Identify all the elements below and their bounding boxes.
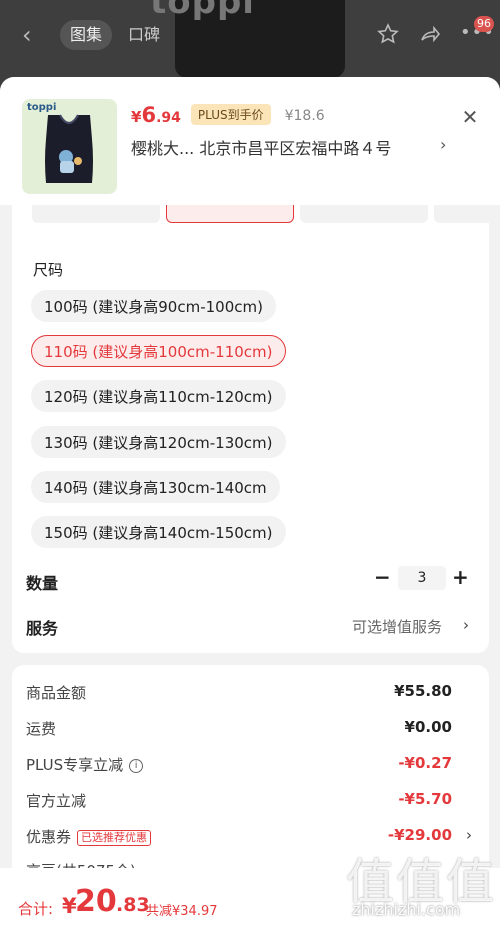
size-option-100[interactable]: 100码 (建议身高90cm-100cm) bbox=[31, 290, 276, 322]
plus-discount-value: -¥0.27 bbox=[398, 754, 452, 772]
quantity-label: 数量 bbox=[26, 574, 59, 593]
plus-price-tag: PLUS到手价 bbox=[190, 104, 271, 125]
price-integer: 6 bbox=[141, 103, 157, 127]
vest-image-icon bbox=[45, 114, 93, 183]
back-arrow-icon[interactable]: ‹ bbox=[22, 22, 42, 48]
star-icon[interactable] bbox=[376, 22, 400, 46]
top-tabs: 图集 口碑 bbox=[60, 20, 170, 50]
chevron-right-icon[interactable]: › bbox=[440, 135, 446, 154]
tab-reviews[interactable]: 口碑 bbox=[118, 20, 170, 50]
service-label: 服务 bbox=[26, 619, 59, 638]
goods-amount-label: 商品金额 bbox=[26, 684, 87, 702]
product-thumbnail: toppi bbox=[22, 99, 117, 194]
chevron-right-icon[interactable]: › bbox=[463, 616, 469, 634]
size-option-120[interactable]: 120码 (建议身高110cm-120cm) bbox=[31, 380, 286, 412]
total-integer: 20 bbox=[75, 884, 117, 919]
size-option-110-selected[interactable]: 110码 (建议身高100cm-110cm) bbox=[31, 335, 286, 367]
goods-amount-row: 商品金额 ¥55.80 bbox=[26, 682, 466, 706]
delivery-address[interactable]: 樱桃大... 北京市昌平区宏福中路４号 bbox=[131, 135, 461, 159]
shipping-label: 运费 bbox=[26, 720, 57, 738]
size-option-130[interactable]: 130码 (建议身高120cm-130cm) bbox=[31, 426, 286, 458]
quantity-decrease-button[interactable]: − bbox=[374, 567, 391, 589]
shipping-row: 运费 ¥0.00 bbox=[26, 718, 466, 742]
site-watermark: 值值值 zhizhizhi.com bbox=[330, 838, 500, 929]
sheet-header: toppi ¥ 6 .94 PLUS到手价 ¥18.6 ✕ 樱桃大... 北京市… bbox=[0, 77, 500, 205]
top-bar: ‹ 图集 口碑 ••• 96 bbox=[0, 16, 500, 54]
official-discount-label: 官方立减 bbox=[26, 792, 87, 810]
quantity-input[interactable]: 3 bbox=[398, 566, 446, 590]
original-price: ¥18.6 bbox=[284, 108, 325, 124]
plus-discount-text: PLUS专享立减 bbox=[26, 756, 124, 774]
total-label: 合计: bbox=[18, 900, 54, 918]
total-decimal: .83 bbox=[116, 894, 150, 916]
price-row: ¥ 6 .94 PLUS到手价 ¥18.6 bbox=[131, 103, 325, 128]
coupon-recommended-tag: 已选推荐优惠 bbox=[77, 829, 152, 846]
official-discount-value: -¥5.70 bbox=[398, 790, 452, 808]
watermark-url: zhizhizhi.com bbox=[352, 900, 461, 919]
options-panel: 尺码 100码 (建议身高90cm-100cm) 110码 (建议身高100cm… bbox=[12, 197, 489, 653]
plus-discount-label: PLUS专享立减 i bbox=[26, 754, 144, 775]
size-option-140[interactable]: 140码 (建议身高130cm-140cm bbox=[31, 471, 280, 503]
size-option-150[interactable]: 150码 (建议身高140cm-150cm) bbox=[31, 516, 286, 548]
quantity-increase-button[interactable]: + bbox=[452, 567, 469, 589]
price-decimal: .94 bbox=[156, 110, 181, 126]
message-count-badge: 96 bbox=[474, 16, 494, 32]
total-saved: 共减¥34.97 bbox=[146, 904, 218, 919]
tab-images[interactable]: 图集 bbox=[60, 20, 113, 50]
service-value[interactable]: 可选增值服务 bbox=[352, 616, 442, 637]
sku-selection-sheet: toppi ¥ 6 .94 PLUS到手价 ¥18.6 ✕ 樱桃大... 北京市… bbox=[0, 77, 500, 929]
goods-amount-value: ¥55.80 bbox=[394, 682, 452, 700]
size-section-title: 尺码 bbox=[33, 261, 64, 279]
price-currency: ¥ bbox=[131, 108, 142, 126]
info-icon[interactable]: i bbox=[129, 758, 144, 773]
shipping-value: ¥0.00 bbox=[404, 718, 452, 736]
plus-discount-row: PLUS专享立减 i -¥0.27 bbox=[26, 754, 466, 778]
coupon-text: 优惠券 bbox=[26, 828, 72, 846]
official-discount-row: 官方立减 -¥5.70 bbox=[26, 790, 466, 814]
share-icon[interactable] bbox=[418, 22, 442, 46]
close-icon[interactable]: ✕ bbox=[460, 107, 480, 127]
coupon-label: 优惠券 已选推荐优惠 bbox=[26, 826, 152, 847]
